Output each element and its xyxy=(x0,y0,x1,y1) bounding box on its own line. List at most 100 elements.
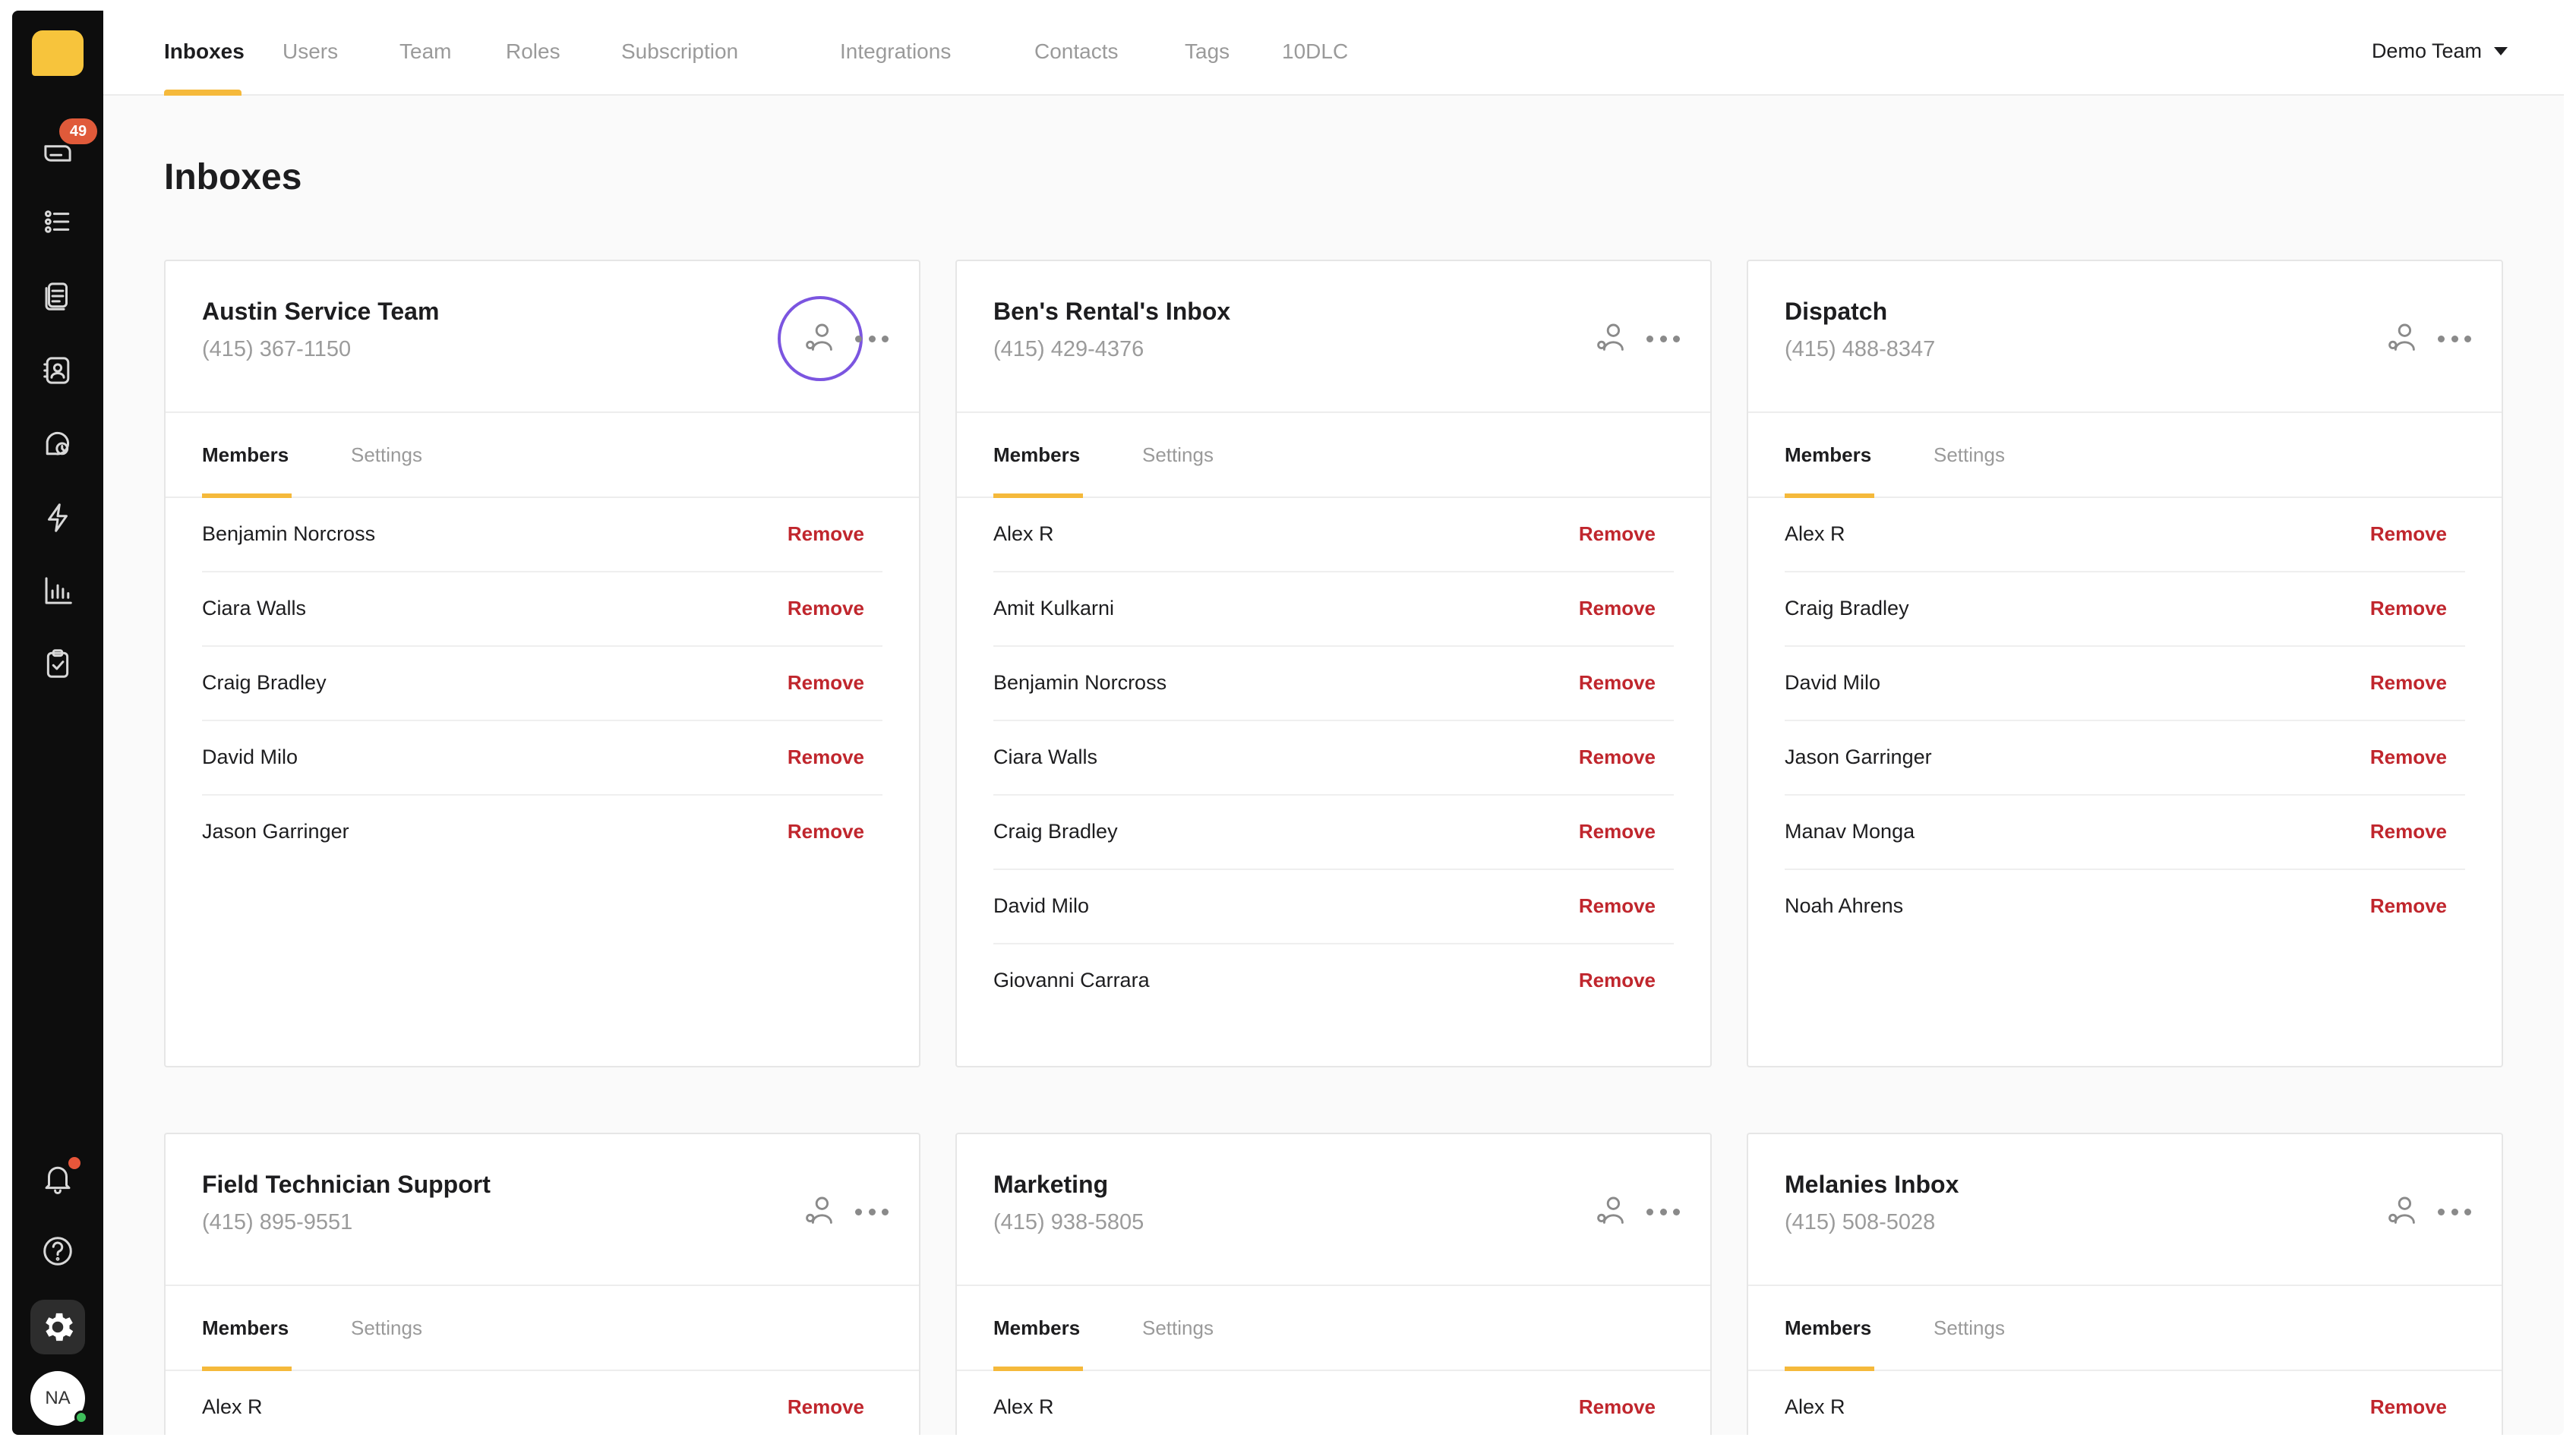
remove-member-button[interactable]: Remove xyxy=(2370,1395,2447,1419)
documents-icon[interactable] xyxy=(27,266,88,326)
remove-member-button[interactable]: Remove xyxy=(1579,820,1656,843)
member-name: Ciara Walls xyxy=(202,597,307,619)
user-add-icon xyxy=(1593,320,1630,357)
app-logo[interactable] xyxy=(32,30,84,76)
tab-inboxes[interactable]: Inboxes xyxy=(164,39,245,64)
remove-member-button[interactable]: Remove xyxy=(788,746,864,769)
remove-member-button[interactable]: Remove xyxy=(788,1395,864,1419)
page-title: Inboxes xyxy=(164,157,302,197)
member-name: Manav Monga xyxy=(1785,820,1915,843)
user-add-icon xyxy=(802,1193,838,1230)
tab-users[interactable]: Users xyxy=(283,39,338,64)
scheduled-messages-icon[interactable] xyxy=(27,413,88,474)
tab-members[interactable]: Members xyxy=(202,1316,289,1340)
tab-team[interactable]: Team xyxy=(399,39,451,64)
more-options-icon[interactable] xyxy=(1646,329,1680,348)
more-options-icon[interactable] xyxy=(1646,1203,1680,1221)
inbox-phone: (415) 488-8347 xyxy=(1785,337,1936,361)
remove-member-button[interactable]: Remove xyxy=(1579,597,1656,620)
tab-settings[interactable]: Settings xyxy=(1934,1316,2005,1340)
member-list: Alex R Remove Amit Kulkarni Remove Benjamin … xyxy=(957,498,1710,1019)
more-options-icon[interactable] xyxy=(2438,1203,2471,1221)
inbox-card: Melanies Inbox (415) 508-5028 Members Setti… xyxy=(1747,1133,2503,1435)
tab-members[interactable]: Members xyxy=(993,443,1080,467)
inbox-card-tabs: Members Settings xyxy=(957,413,1710,498)
user-add-icon xyxy=(2385,1193,2421,1230)
remove-member-button[interactable]: Remove xyxy=(788,597,864,620)
remove-member-button[interactable]: Remove xyxy=(788,820,864,843)
member-name: Alex R xyxy=(1785,522,1845,545)
add-member-button[interactable] xyxy=(2380,1189,2426,1234)
tab-roles[interactable]: Roles xyxy=(506,39,560,64)
member-name: Noah Ahrens xyxy=(1785,894,1904,917)
tab-integrations[interactable]: Integrations xyxy=(840,39,951,64)
add-member-button[interactable] xyxy=(797,1189,843,1234)
inbox-card-tabs: Members Settings xyxy=(166,413,919,498)
tab-subscription[interactable]: Subscription xyxy=(621,39,738,64)
tab-tags[interactable]: Tags xyxy=(1185,39,1230,64)
remove-member-button[interactable]: Remove xyxy=(2370,597,2447,620)
add-member-button[interactable] xyxy=(1589,316,1634,361)
tab-contacts[interactable]: Contacts xyxy=(1034,39,1119,64)
member-row: David Milo Remove xyxy=(202,721,882,796)
remove-member-button[interactable]: Remove xyxy=(1579,1395,1656,1419)
remove-member-button[interactable]: Remove xyxy=(1579,894,1656,918)
more-options-icon[interactable] xyxy=(2438,329,2471,348)
tab-settings[interactable]: Settings xyxy=(1142,443,1214,467)
settings-gear-icon[interactable] xyxy=(30,1300,85,1354)
remove-member-button[interactable]: Remove xyxy=(2370,746,2447,769)
tab-members[interactable]: Members xyxy=(202,443,289,467)
more-options-icon[interactable] xyxy=(855,329,889,348)
bell-icon[interactable] xyxy=(27,1148,88,1209)
active-tab-indicator xyxy=(164,90,242,96)
member-list: Alex R Remove xyxy=(1748,1371,2502,1435)
contacts-icon[interactable] xyxy=(27,340,88,401)
user-add-icon xyxy=(1593,1193,1630,1230)
automations-icon[interactable] xyxy=(27,487,88,548)
tab-members[interactable]: Members xyxy=(993,1316,1080,1340)
remove-member-button[interactable]: Remove xyxy=(788,671,864,695)
remove-member-button[interactable]: Remove xyxy=(1579,671,1656,695)
tab-settings[interactable]: Settings xyxy=(1934,443,2005,467)
inbox-card-header: Dispatch (415) 488-8347 xyxy=(1748,261,2502,413)
remove-member-button[interactable]: Remove xyxy=(1579,522,1656,546)
tab-members[interactable]: Members xyxy=(1785,443,1871,467)
remove-member-button[interactable]: Remove xyxy=(2370,671,2447,695)
tab-settings[interactable]: Settings xyxy=(1142,1316,1214,1340)
member-row: Alex R Remove xyxy=(1785,498,2465,572)
inbox-card-tabs: Members Settings xyxy=(1748,1286,2502,1371)
add-member-button[interactable] xyxy=(778,296,863,381)
remove-member-button[interactable]: Remove xyxy=(2370,522,2447,546)
help-icon[interactable] xyxy=(27,1221,88,1281)
reports-icon[interactable] xyxy=(27,560,88,621)
inbox-card-tabs: Members Settings xyxy=(166,1286,919,1371)
inbox-card: Ben's Rental's Inbox (415) 429-4376 Member… xyxy=(955,260,1712,1067)
tab-members[interactable]: Members xyxy=(1785,1316,1871,1340)
member-row: Ciara Walls Remove xyxy=(202,572,882,647)
inbox-phone: (415) 429-4376 xyxy=(993,337,1144,361)
remove-member-button[interactable]: Remove xyxy=(788,522,864,546)
remove-member-button[interactable]: Remove xyxy=(1579,746,1656,769)
tasks-icon[interactable] xyxy=(27,633,88,694)
tab-settings[interactable]: Settings xyxy=(351,443,422,467)
add-member-button[interactable] xyxy=(1589,1189,1634,1234)
left-rail: 49 NA xyxy=(12,11,103,1435)
more-options-icon[interactable] xyxy=(855,1203,889,1221)
inbox-card-header: Marketing (415) 938-5805 xyxy=(957,1134,1710,1286)
inbox-phone: (415) 367-1150 xyxy=(202,337,352,361)
user-add-icon xyxy=(2385,320,2421,357)
add-member-button[interactable] xyxy=(2380,316,2426,361)
remove-member-button[interactable]: Remove xyxy=(1579,969,1656,992)
remove-member-button[interactable]: Remove xyxy=(2370,820,2447,843)
list-icon[interactable] xyxy=(27,191,88,252)
tab-settings[interactable]: Settings xyxy=(351,1316,422,1340)
tab-10dlc[interactable]: 10DLC xyxy=(1282,39,1348,64)
inbox-card: Marketing (415) 938-5805 Members Settings Al… xyxy=(955,1133,1712,1435)
team-selector[interactable]: Demo Team xyxy=(2372,39,2508,63)
notification-dot xyxy=(68,1157,80,1169)
inbox-card-tabs: Members Settings xyxy=(957,1286,1710,1371)
inbox-phone: (415) 938-5805 xyxy=(993,1210,1144,1234)
remove-member-button[interactable]: Remove xyxy=(2370,894,2447,918)
main-content: Inboxes Users Team Roles Subscription In… xyxy=(103,11,2564,1435)
inbox-name: Marketing xyxy=(993,1171,1109,1198)
